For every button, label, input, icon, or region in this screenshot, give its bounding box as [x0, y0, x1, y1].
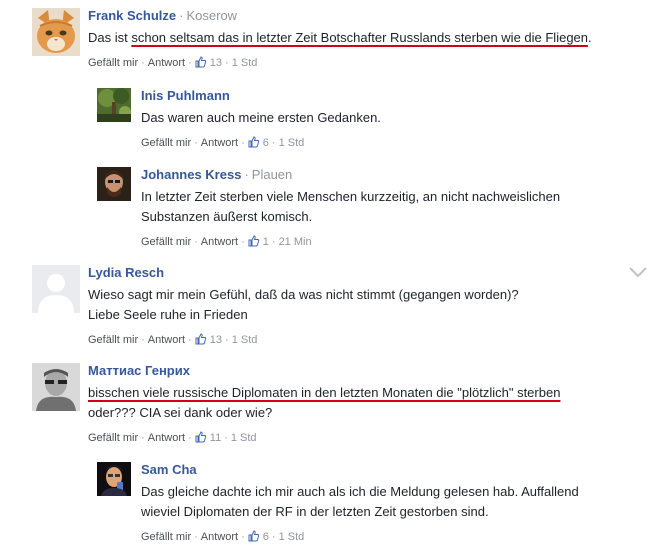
- thumbs-up-icon: [248, 136, 260, 148]
- comment-body: Frank Schulze · Koserow Das ist schon selt…: [88, 8, 592, 70]
- thumbs-up-icon: [195, 431, 207, 443]
- comment-body: Johannes Kress · Plauen In letzter Zeit st…: [141, 167, 560, 249]
- reply-link[interactable]: Antwort: [148, 432, 185, 444]
- author-name[interactable]: Lydia Resch: [88, 265, 164, 280]
- comment-actions: Gefällt mir · Antwort · 6 · 1 Std: [141, 530, 305, 543]
- comment-actions: Gefällt mir · Antwort · 11 · 1 Std: [88, 431, 257, 444]
- timestamp[interactable]: 1 Std: [232, 57, 258, 69]
- comment-actions: Gefällt mir · Antwort · 1 · 21 Min: [141, 235, 312, 248]
- avatar-person[interactable]: [32, 363, 80, 411]
- like-link[interactable]: Gefällt mir: [141, 236, 191, 248]
- comment-header: Frank Schulze · Koserow: [88, 8, 592, 24]
- comment-text: In letzter Zeit sterben viele Menschen k…: [141, 189, 561, 224]
- thumbs-up-icon: [248, 530, 260, 542]
- comment: Маттиас Генрих bisschen viele russische …: [32, 363, 632, 449]
- timestamp[interactable]: 1 Std: [231, 432, 257, 444]
- reply-link[interactable]: Antwort: [201, 236, 238, 248]
- like-count: 13: [209, 334, 223, 346]
- like-count: 1: [262, 236, 269, 248]
- reply: Johannes Kress · Plauen In letzter Zeit st…: [97, 167, 637, 253]
- author-name[interactable]: Johannes Kress: [141, 167, 241, 182]
- comment-text: Wieso sagt mir mein Gefühl, daß da was n…: [88, 287, 519, 322]
- author-name[interactable]: Frank Schulze: [88, 8, 176, 23]
- thumbs-up-icon: [195, 56, 207, 68]
- separator: ·: [179, 8, 184, 23]
- comment-header: Inis Puhlmann: [141, 88, 381, 104]
- like-link[interactable]: Gefällt mir: [88, 57, 138, 69]
- comment-actions: Gefällt mir · Antwort · 6 · 1 Std: [141, 136, 305, 149]
- reply: Sam Cha Das gleiche dachte ich mir auch …: [97, 462, 642, 548]
- comment-actions: Gefällt mir · Antwort · 13 · 1 Std: [88, 56, 258, 69]
- comment-header: Lydia Resch: [88, 265, 519, 281]
- reply: Inis Puhlmann Das waren auch meine erste…: [97, 88, 637, 154]
- highlighted-text: bisschen viele russische Diplomaten in d…: [88, 385, 561, 400]
- separator: ·: [244, 167, 249, 182]
- comment-header: Маттиас Генрих: [88, 363, 560, 379]
- reply-link[interactable]: Antwort: [201, 137, 238, 149]
- like-count: 6: [262, 531, 269, 543]
- comment-header: Sam Cha: [141, 462, 579, 478]
- author-location: Plauen: [251, 167, 293, 182]
- avatar-person[interactable]: [97, 167, 131, 201]
- comment-text: Das ist schon seltsam das in letzter Zei…: [88, 30, 592, 45]
- author-name[interactable]: Inis Puhlmann: [141, 88, 230, 103]
- like-link[interactable]: Gefällt mir: [88, 334, 138, 346]
- like-link[interactable]: Gefällt mir: [141, 531, 191, 543]
- like-count: 11: [209, 432, 222, 444]
- reply-link[interactable]: Antwort: [148, 57, 185, 69]
- highlighted-text: schon seltsam das in letzter Zeit Botsch…: [131, 30, 589, 45]
- avatar-cat[interactable]: [32, 8, 80, 56]
- comment: Frank Schulze · Koserow Das ist schon selt…: [32, 8, 642, 74]
- timestamp[interactable]: 1 Std: [279, 531, 305, 543]
- comment: Lydia Resch Wieso sagt mir mein Gefühl, …: [32, 265, 622, 351]
- thumbs-up-icon: [248, 235, 260, 247]
- reply-link[interactable]: Antwort: [148, 334, 185, 346]
- thumbs-up-icon: [195, 333, 207, 345]
- author-name[interactable]: Sam Cha: [141, 462, 197, 477]
- comment-text: Das waren auch meine ersten Gedanken.: [141, 110, 381, 125]
- comment-body: Inis Puhlmann Das waren auch meine erste…: [141, 88, 381, 150]
- timestamp[interactable]: 21 Min: [279, 236, 312, 248]
- comment-body: Sam Cha Das gleiche dachte ich mir auch …: [141, 462, 579, 544]
- reply-link[interactable]: Antwort: [201, 531, 238, 543]
- like-count: 13: [209, 57, 223, 69]
- comment-header: Johannes Kress · Plauen: [141, 167, 560, 183]
- like-link[interactable]: Gefällt mir: [141, 137, 191, 149]
- avatar-tree[interactable]: [97, 88, 131, 122]
- comment-text: Das gleiche dachte ich mir auch als ich …: [141, 484, 579, 519]
- like-link[interactable]: Gefällt mir: [88, 432, 138, 444]
- comment-body: Маттиас Генрих bisschen viele russische …: [88, 363, 560, 445]
- comment-body: Lydia Resch Wieso sagt mir mein Gefühl, …: [88, 265, 519, 347]
- author-location: Koserow: [186, 8, 238, 23]
- avatar-person[interactable]: [97, 462, 131, 496]
- avatar-default[interactable]: [32, 265, 80, 313]
- like-count: 6: [262, 137, 269, 149]
- timestamp[interactable]: 1 Std: [279, 137, 305, 149]
- comment-text: bisschen viele russische Diplomaten in d…: [88, 385, 561, 420]
- chevron-down-icon[interactable]: [627, 265, 649, 279]
- comment-actions: Gefällt mir · Antwort · 13 · 1 Std: [88, 333, 258, 346]
- timestamp[interactable]: 1 Std: [232, 334, 258, 346]
- author-name[interactable]: Маттиас Генрих: [88, 363, 190, 378]
